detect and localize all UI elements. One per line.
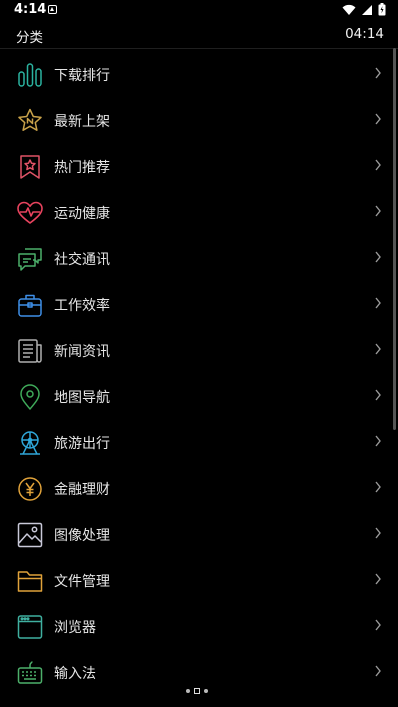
category-item-image-editing[interactable]: 图像处理 bbox=[0, 512, 398, 558]
chevron-right-icon bbox=[375, 251, 381, 263]
category-label: 最新上架 bbox=[54, 114, 110, 130]
chevron-right-icon bbox=[375, 481, 381, 493]
chat-bubbles-icon bbox=[16, 245, 44, 273]
chevron-right-icon bbox=[375, 297, 381, 309]
category-item-new-arrivals[interactable]: 最新上架 bbox=[0, 98, 398, 144]
chevron-right-icon bbox=[375, 527, 381, 539]
newspaper-icon bbox=[16, 337, 44, 365]
chevron-right-icon bbox=[375, 343, 381, 355]
category-item-sports-health[interactable]: 运动健康 bbox=[0, 190, 398, 236]
category-label: 文件管理 bbox=[54, 574, 110, 590]
category-label: 地图导航 bbox=[54, 390, 110, 406]
category-label: 浏览器 bbox=[54, 620, 96, 636]
page-dot bbox=[204, 689, 208, 693]
page-dot-active bbox=[194, 688, 200, 694]
category-item-travel[interactable]: 旅游出行 bbox=[0, 420, 398, 466]
category-label: 运动健康 bbox=[54, 206, 110, 222]
status-bar: 4:14 bbox=[0, 0, 398, 22]
page-indicator bbox=[186, 688, 208, 694]
header-clock: 04:14 bbox=[345, 26, 384, 42]
bookmark-star-icon bbox=[16, 153, 44, 181]
category-item-browser[interactable]: 浏览器 bbox=[0, 604, 398, 650]
category-item-file-management[interactable]: 文件管理 bbox=[0, 558, 398, 604]
chevron-right-icon bbox=[375, 113, 381, 125]
category-label: 社交通讯 bbox=[54, 252, 110, 268]
category-label: 工作效率 bbox=[54, 298, 110, 314]
chevron-right-icon bbox=[375, 389, 381, 401]
ranking-bars-icon bbox=[16, 61, 44, 89]
category-label: 新闻资讯 bbox=[54, 344, 110, 360]
folder-icon bbox=[16, 567, 44, 595]
category-list: 下载排行 最新上架 热门推荐 运动健康 社交通讯 工作效率 新闻资讯 地图导航 … bbox=[0, 52, 398, 696]
image-icon bbox=[16, 521, 44, 549]
wifi-icon bbox=[342, 4, 356, 15]
category-item-productivity[interactable]: 工作效率 bbox=[0, 282, 398, 328]
browser-window-icon bbox=[16, 613, 44, 641]
battery-icon bbox=[378, 3, 386, 16]
list-scrollbar[interactable] bbox=[393, 48, 396, 430]
category-item-download-ranking[interactable]: 下载排行 bbox=[0, 52, 398, 98]
category-label: 热门推荐 bbox=[54, 160, 110, 176]
category-item-maps[interactable]: 地图导航 bbox=[0, 374, 398, 420]
signal-icon bbox=[362, 4, 372, 15]
ferris-wheel-icon bbox=[16, 429, 44, 457]
chevron-right-icon bbox=[375, 205, 381, 217]
yuan-coin-icon bbox=[16, 475, 44, 503]
chevron-right-icon bbox=[375, 619, 381, 631]
map-pin-icon bbox=[16, 383, 44, 411]
notification-icon bbox=[48, 5, 57, 14]
chevron-right-icon bbox=[375, 67, 381, 79]
category-label: 金融理财 bbox=[54, 482, 110, 498]
category-item-hot-picks[interactable]: 热门推荐 bbox=[0, 144, 398, 190]
heart-pulse-icon bbox=[16, 199, 44, 227]
page-title: 分类 bbox=[16, 30, 43, 46]
app-bar: 分类 04:14 bbox=[0, 22, 398, 49]
star-new-icon bbox=[16, 107, 44, 135]
category-label: 下载排行 bbox=[54, 68, 110, 84]
category-item-news[interactable]: 新闻资讯 bbox=[0, 328, 398, 374]
briefcase-icon bbox=[16, 291, 44, 319]
status-icons bbox=[342, 3, 386, 16]
category-item-finance[interactable]: 金融理财 bbox=[0, 466, 398, 512]
keyboard-icon bbox=[16, 659, 44, 687]
chevron-right-icon bbox=[375, 573, 381, 585]
chevron-right-icon bbox=[375, 159, 381, 171]
category-item-social[interactable]: 社交通讯 bbox=[0, 236, 398, 282]
chevron-right-icon bbox=[375, 435, 381, 447]
status-time: 4:14 bbox=[14, 2, 47, 17]
chevron-right-icon bbox=[375, 665, 381, 677]
category-label: 图像处理 bbox=[54, 528, 110, 544]
category-label: 旅游出行 bbox=[54, 436, 110, 452]
category-label: 输入法 bbox=[54, 666, 96, 682]
page-dot bbox=[186, 689, 190, 693]
